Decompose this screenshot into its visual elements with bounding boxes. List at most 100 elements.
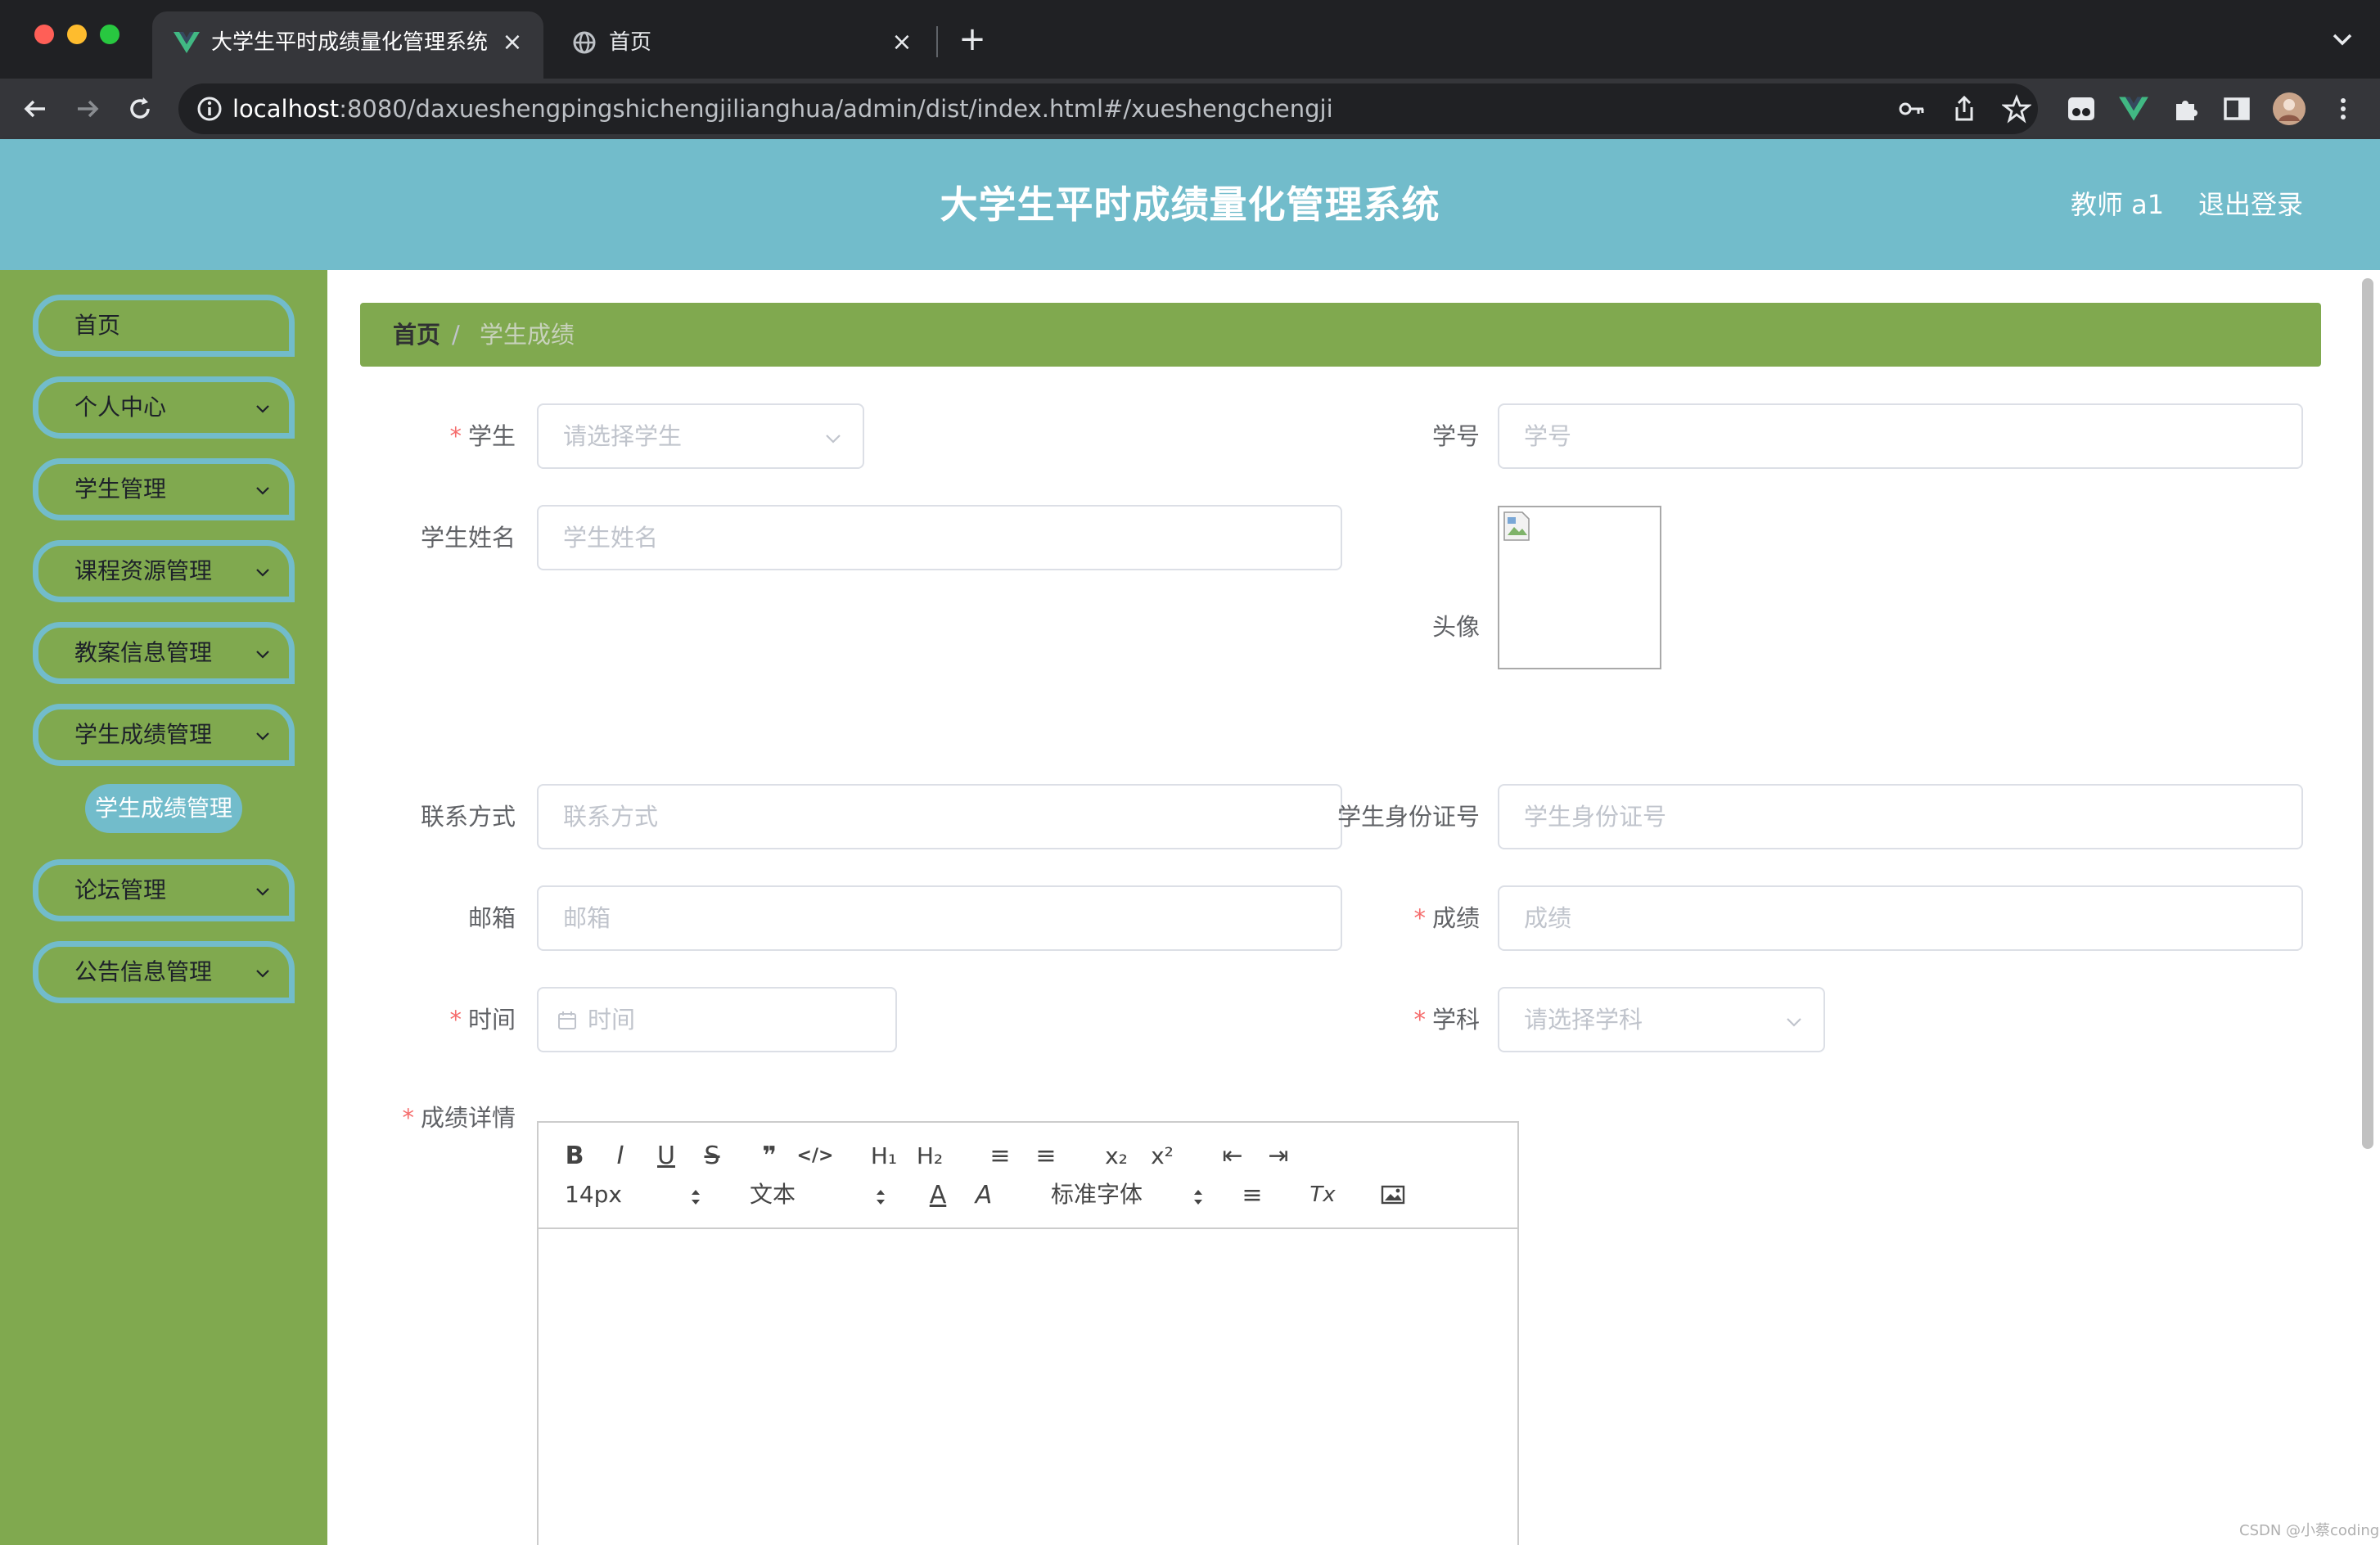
header1-button[interactable]: H₁ (866, 1139, 902, 1172)
student-name-input[interactable] (563, 507, 1316, 569)
globe-icon (570, 28, 599, 57)
avatar-image (1498, 506, 1661, 669)
subject-select-input[interactable] (1524, 989, 1799, 1051)
page-scrollbar-thumb[interactable] (2362, 278, 2373, 1149)
new-tab-button[interactable]: + (954, 21, 990, 57)
sidebar-item-forum[interactable]: 论坛管理 (33, 859, 295, 921)
browser-tab-active[interactable]: 大学生平时成绩量化管理系统 × (152, 11, 543, 79)
close-tab-icon[interactable]: × (499, 28, 525, 57)
subject-select[interactable] (1498, 987, 1825, 1052)
profile-avatar[interactable] (2272, 92, 2306, 126)
sidebar: 首页 个人中心 学生管理 课程资源管理 教案信息管理 学生成绩管理 学生成绩管理… (0, 270, 327, 1545)
ordered-list-button[interactable]: ≡ (982, 1139, 1018, 1172)
logout-link[interactable]: 退出登录 (2198, 185, 2303, 224)
student-select-input[interactable] (563, 405, 838, 467)
extensions-puzzle-icon[interactable] (2169, 92, 2203, 126)
bookmark-star-icon[interactable] (2000, 94, 2033, 124)
id-card-input[interactable] (1524, 786, 2277, 848)
font-size-picker[interactable]: 14px (565, 1177, 622, 1213)
browser-tab-inactive[interactable]: 首页 × (550, 11, 933, 79)
window-maximize-button[interactable] (100, 25, 119, 44)
url-text[interactable]: localhost:8080/daxueshengpingshichengjil… (232, 83, 1333, 134)
breadcrumb: 首页 / 学生成绩 (360, 303, 2321, 367)
score-label-text: 成绩 (1431, 904, 1480, 932)
sidebar-item-lesson-plans[interactable]: 教案信息管理 (33, 622, 295, 684)
time-date-picker[interactable] (537, 987, 897, 1052)
student-no-label: 学号 (1431, 422, 1480, 450)
sidebar-item-personal-center[interactable]: 个人中心 (33, 376, 295, 439)
email-input[interactable] (563, 887, 1316, 949)
id-card-field[interactable] (1498, 784, 2303, 849)
sidebar-item-label: 教案信息管理 (74, 639, 213, 666)
window-minimize-button[interactable] (67, 25, 87, 44)
url-path: :8080/daxueshengpingshichengjilianghua/a… (339, 95, 1333, 123)
chevron-down-icon (255, 400, 271, 417)
student-name-field[interactable] (537, 505, 1342, 570)
align-button[interactable]: ≡ (1234, 1178, 1270, 1211)
tab-title: 首页 (609, 30, 652, 55)
side-panel-icon[interactable] (2220, 92, 2254, 126)
sidebar-item-announcements[interactable]: 公告信息管理 (33, 941, 295, 1003)
time-input[interactable] (588, 989, 882, 1051)
editor-content-area[interactable] (539, 1231, 1517, 1545)
student-select[interactable] (537, 403, 864, 469)
time-label: * 时间 (368, 987, 516, 1052)
sidebar-item-course-resources[interactable]: 课程资源管理 (33, 540, 295, 602)
site-info-icon[interactable] (195, 94, 224, 124)
outdent-button[interactable]: ⇤ (1215, 1139, 1251, 1172)
back-icon[interactable] (16, 90, 54, 128)
tab-search-icon[interactable] (2326, 23, 2359, 56)
blockquote-button[interactable]: ❞ (751, 1139, 787, 1172)
chevron-down-icon (255, 564, 271, 580)
clean-format-button[interactable]: Tx (1305, 1178, 1341, 1211)
italic-button[interactable]: I (602, 1139, 638, 1172)
header2-button[interactable]: H₂ (912, 1139, 948, 1172)
student-label: * 学生 (368, 403, 516, 469)
sidebar-item-label: 首页 (74, 312, 121, 339)
student-no-input[interactable] (1524, 405, 2277, 467)
email-field[interactable] (537, 885, 1342, 951)
breadcrumb-home-link[interactable]: 首页 (393, 303, 440, 367)
email-label: 邮箱 (467, 904, 516, 932)
share-icon[interactable] (1950, 94, 1979, 124)
required-mark: * (449, 422, 462, 450)
sidebar-item-home[interactable]: 首页 (33, 295, 295, 357)
extension-reader-icon[interactable] (2064, 92, 2098, 126)
sidebar-item-student-management[interactable]: 学生管理 (33, 458, 295, 520)
url-host: localhost (232, 95, 340, 123)
bullet-list-button[interactable]: ≡ (1028, 1139, 1064, 1172)
address-bar[interactable]: localhost:8080/daxueshengpingshichengjil… (178, 83, 2038, 134)
window-close-button[interactable] (34, 25, 54, 44)
indent-button[interactable]: ⇥ (1260, 1139, 1296, 1172)
student-no-field[interactable] (1498, 403, 2303, 469)
subscript-button[interactable]: x₂ (1098, 1139, 1134, 1172)
code-block-button[interactable]: </> (797, 1139, 834, 1172)
strike-button[interactable]: S (694, 1139, 730, 1172)
submenu-item-grade-management[interactable]: 学生成绩管理 (85, 784, 242, 833)
sidebar-item-grade-management[interactable]: 学生成绩管理 (33, 704, 295, 766)
score-input[interactable] (1524, 887, 2277, 949)
score-field[interactable] (1498, 885, 2303, 951)
reload-icon[interactable] (121, 90, 159, 128)
key-icon[interactable] (1897, 94, 1927, 124)
background-color-button[interactable]: A (966, 1178, 1002, 1211)
close-tab-icon[interactable]: × (889, 28, 915, 57)
forward-icon[interactable] (69, 90, 106, 128)
subject-label: * 学科 (1342, 987, 1480, 1052)
font-color-button[interactable]: A (920, 1178, 956, 1211)
chevron-down-icon (255, 646, 271, 662)
contact-input[interactable] (563, 786, 1316, 848)
vue-devtools-icon[interactable] (2116, 92, 2151, 126)
superscript-button[interactable]: x² (1144, 1139, 1180, 1172)
details-label-text: 成绩详情 (420, 1104, 516, 1132)
underline-button[interactable]: U (648, 1139, 684, 1172)
contact-field[interactable] (537, 784, 1342, 849)
bold-button[interactable]: B (557, 1139, 593, 1172)
heading-picker[interactable]: 文本 (750, 1177, 796, 1213)
time-label-text: 时间 (467, 1006, 516, 1034)
browser-menu-icon[interactable] (2326, 92, 2360, 126)
chevron-down-icon (255, 965, 271, 981)
font-family-picker[interactable]: 标准字体 (1051, 1177, 1143, 1213)
required-mark: * (1413, 904, 1426, 932)
image-insert-icon[interactable] (1375, 1178, 1411, 1211)
